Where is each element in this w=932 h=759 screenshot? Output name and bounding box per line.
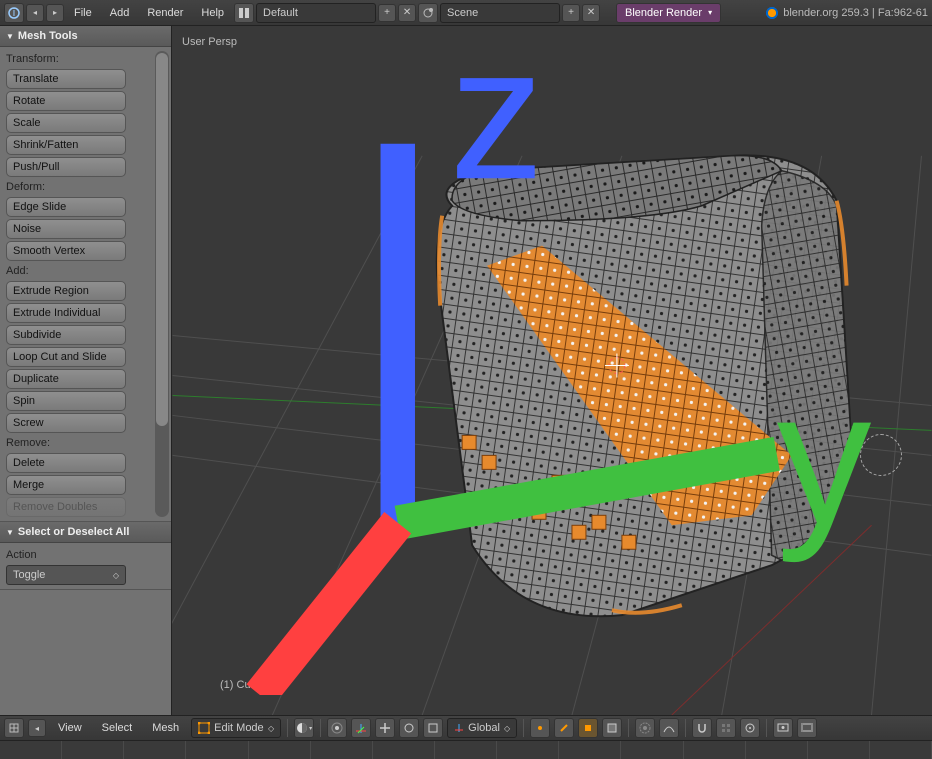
screen-browse-icon[interactable] (234, 3, 254, 23)
remove-doubles-button[interactable]: Remove Doubles (6, 497, 126, 517)
info-editor-icon[interactable]: i (4, 3, 24, 23)
edit-mode-icon (198, 722, 210, 734)
menu-add[interactable]: Add (102, 3, 138, 23)
screen-layout-dropdown[interactable]: Default (256, 3, 376, 23)
scale-button[interactable]: Scale (6, 113, 126, 133)
operator-header[interactable]: ▼Select or Deselect All (0, 522, 171, 543)
svg-text:y: y (777, 352, 872, 564)
3d-viewport[interactable]: User Persp (1) Cube z y (172, 26, 932, 715)
scene-add-btn[interactable]: + (562, 4, 580, 22)
render-anim-preview-btn[interactable] (797, 718, 817, 738)
proportional-edit-dropdown[interactable] (635, 718, 655, 738)
toolshelf-scrollbar[interactable] (155, 51, 169, 517)
duplicate-button[interactable]: Duplicate (6, 369, 126, 389)
mode-dropdown[interactable]: Edit Mode◇ (191, 718, 281, 738)
rotate-button[interactable]: Rotate (6, 91, 126, 111)
menu-render[interactable]: Render (139, 3, 191, 23)
remove-label: Remove: (6, 435, 165, 451)
scene-value: Scene (447, 7, 478, 19)
scrollbar-thumb[interactable] (156, 53, 168, 426)
render-engine-value: Blender Render (625, 7, 702, 19)
screw-button[interactable]: Screw (6, 413, 126, 433)
menu-help[interactable]: Help (193, 3, 232, 23)
smooth-vertex-button[interactable]: Smooth Vertex (6, 241, 126, 261)
screen-layout-value: Default (263, 7, 298, 19)
screen-add-btn[interactable]: + (378, 4, 396, 22)
menu-view[interactable]: View (50, 718, 90, 738)
scene-browse-icon[interactable] (418, 3, 438, 23)
rotate-manip-btn[interactable] (399, 718, 419, 738)
snap-target-dropdown[interactable] (740, 718, 760, 738)
translate-manip-btn[interactable] (375, 718, 395, 738)
pivot-dropdown[interactable] (327, 718, 347, 738)
noise-button[interactable]: Noise (6, 219, 126, 239)
edge-select-btn[interactable] (554, 718, 574, 738)
transform-label: Transform: (6, 51, 165, 67)
blender-logo-icon (765, 6, 779, 20)
translate-button[interactable]: Translate (6, 69, 126, 89)
status-text: blender.org 259.3 | Fa:962-61 (783, 7, 928, 19)
edge-slide-button[interactable]: Edge Slide (6, 197, 126, 217)
menu-mesh[interactable]: Mesh (144, 718, 187, 738)
loop-cut-slide-button[interactable]: Loop Cut and Slide (6, 347, 126, 367)
mode-value: Edit Mode (214, 722, 264, 734)
merge-button[interactable]: Merge (6, 475, 126, 495)
screen-delete-btn[interactable]: ✕ (398, 4, 416, 22)
render-preview-btn[interactable] (773, 718, 793, 738)
menu-file[interactable]: File (66, 3, 100, 23)
extrude-region-button[interactable]: Extrude Region (6, 281, 126, 301)
header-collapse-btn[interactable]: ◂ (28, 719, 46, 737)
tool-shelf: ▼Mesh Tools Transform: Translate Rotate … (0, 26, 172, 715)
svg-text:i: i (13, 7, 15, 19)
limit-selection-btn[interactable] (602, 718, 622, 738)
mesh-tools-panel: ▼Mesh Tools Transform: Translate Rotate … (0, 26, 171, 522)
status-bar: blender.org 259.3 | Fa:962-61 (765, 6, 928, 20)
menu-select[interactable]: Select (94, 718, 141, 738)
operator-action-label: Action (6, 547, 165, 563)
svg-text:z: z (449, 26, 544, 219)
shrink-fatten-button[interactable]: Shrink/Fatten (6, 135, 126, 155)
orientation-icon (454, 723, 464, 733)
deform-label: Deform: (6, 179, 165, 195)
shading-dropdown[interactable]: ▾ (294, 718, 314, 738)
face-select-btn[interactable] (578, 718, 598, 738)
scene-delete-btn[interactable]: ✕ (582, 4, 600, 22)
3dview-editor-icon[interactable] (4, 718, 24, 738)
operator-action-dropdown[interactable]: Toggle◇ (6, 565, 126, 585)
subdivide-button[interactable]: Subdivide (6, 325, 126, 345)
orientation-dropdown[interactable]: Global◇ (447, 718, 517, 738)
manipulator-toggle[interactable] (351, 718, 371, 738)
spin-button[interactable]: Spin (6, 391, 126, 411)
timeline-strip[interactable] (0, 740, 932, 759)
operator-action-value: Toggle (13, 569, 45, 581)
extrude-individual-button[interactable]: Extrude Individual (6, 303, 126, 323)
3dview-header: ◂ View Select Mesh Edit Mode◇ ▾ Global◇ (0, 715, 932, 740)
orientation-value: Global (468, 722, 500, 734)
collapse-menu-btn[interactable]: ▸ (46, 4, 64, 22)
snap-element-dropdown[interactable] (716, 718, 736, 738)
scene-dropdown[interactable]: Scene (440, 3, 560, 23)
operator-panel: ▼Select or Deselect All Action Toggle◇ (0, 522, 171, 590)
scale-manip-btn[interactable] (423, 718, 443, 738)
add-label: Add: (6, 263, 165, 279)
expand-menu-btn[interactable]: ◂ (26, 4, 44, 22)
main-area: ▼Mesh Tools Transform: Translate Rotate … (0, 26, 932, 715)
vertex-select-btn[interactable] (530, 718, 550, 738)
delete-button[interactable]: Delete (6, 453, 126, 473)
mesh-tools-header[interactable]: ▼Mesh Tools (0, 26, 171, 47)
proportional-falloff-dropdown[interactable] (659, 718, 679, 738)
push-pull-button[interactable]: Push/Pull (6, 157, 126, 177)
info-header: i ◂ ▸ File Add Render Help Default + ✕ S… (0, 0, 932, 26)
snap-toggle[interactable] (692, 718, 712, 738)
axis-gizmo: z y (190, 26, 932, 695)
render-engine-dropdown[interactable]: Blender Render▾ (616, 3, 721, 23)
